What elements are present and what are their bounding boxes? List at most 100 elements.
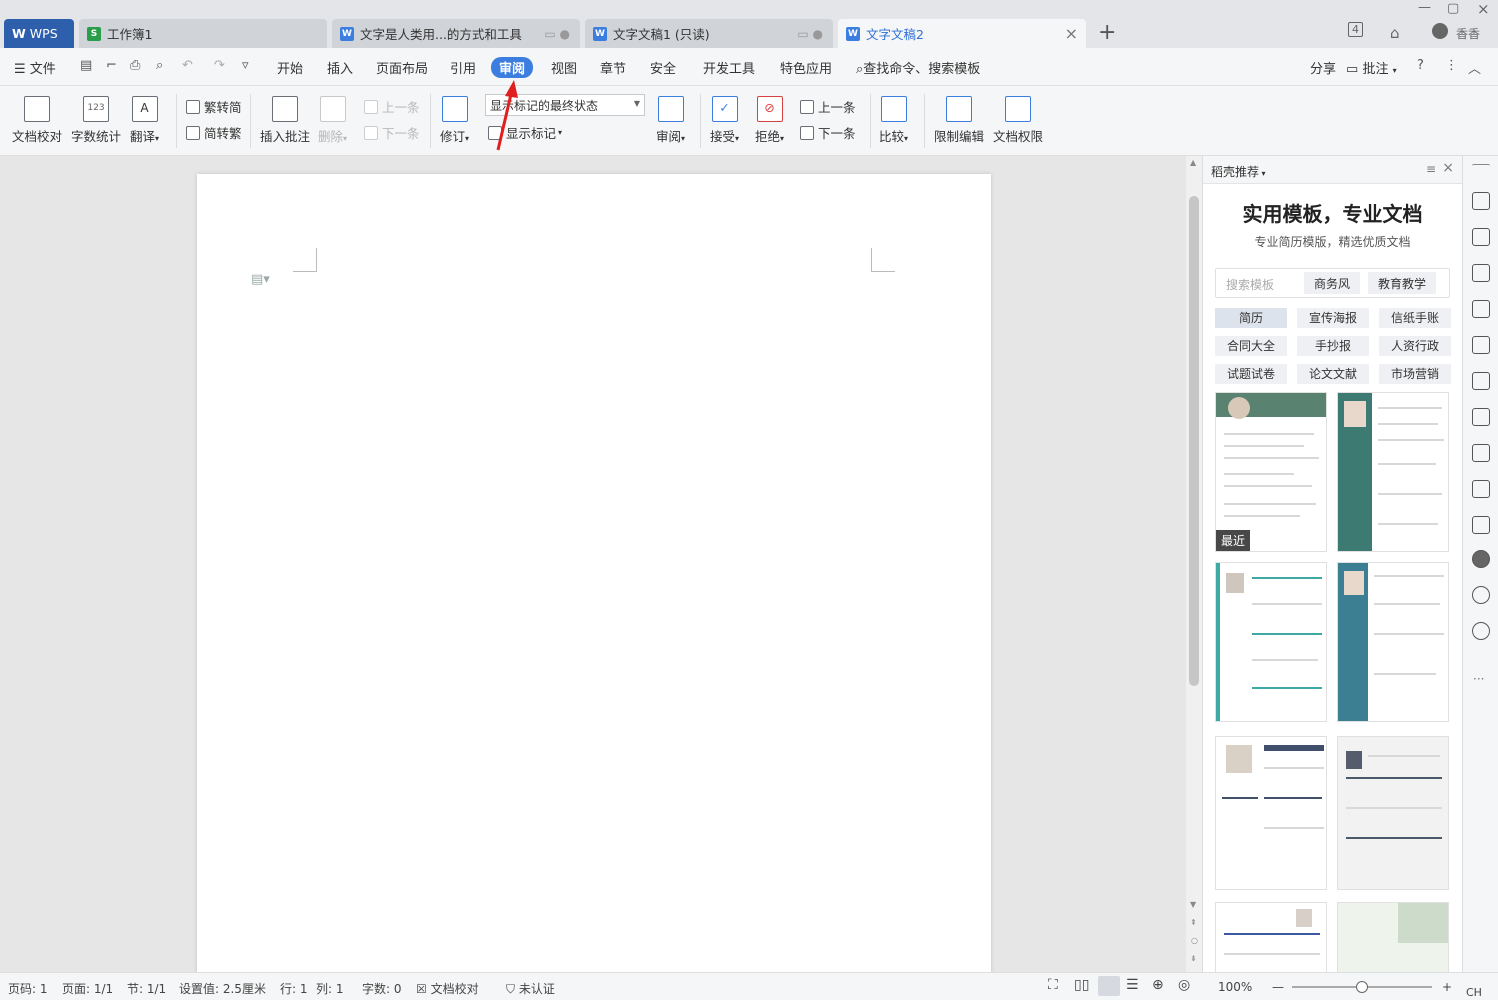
help-icon[interactable]: ? xyxy=(1417,58,1424,73)
style-icon[interactable] xyxy=(1472,300,1490,318)
zoom-out-icon[interactable]: — xyxy=(1272,980,1284,994)
tab-document-active[interactable]: W 文字文稿2 × xyxy=(838,19,1086,48)
status-section[interactable]: 节: 1/1 xyxy=(127,980,166,997)
file-menu[interactable]: ☰ 文件 xyxy=(14,58,56,77)
document-rights-button[interactable]: 文档权限 xyxy=(993,96,1043,145)
comment-button[interactable]: ▭ 批注 ▾ xyxy=(1346,58,1397,77)
share-icon[interactable] xyxy=(1472,444,1490,462)
input-method-indicator[interactable]: CH xyxy=(1466,986,1482,999)
customize-quick-access-icon[interactable]: ▿ xyxy=(242,58,249,73)
print-preview-icon[interactable]: ⌕ xyxy=(156,58,163,73)
tag-business[interactable]: 商务风 xyxy=(1304,272,1361,294)
category-poster[interactable]: 宣传海报 xyxy=(1297,308,1369,328)
template-thumbnail[interactable] xyxy=(1215,902,1327,972)
template-thumbnail[interactable] xyxy=(1337,902,1449,972)
status-setting[interactable]: 设置值: 2.5厘米 xyxy=(179,980,266,997)
time-icon[interactable] xyxy=(1472,586,1490,604)
select-browse-icon[interactable]: ○ xyxy=(1191,936,1198,945)
next-comment-button[interactable]: 下一条 xyxy=(364,123,420,142)
delete-comment-button[interactable]: 删除▾ xyxy=(318,96,347,145)
collapse-ribbon-icon[interactable]: ︿ xyxy=(1468,58,1481,77)
template-thumbnail[interactable]: 最近 xyxy=(1215,392,1327,552)
category-handwritten[interactable]: 手抄报 xyxy=(1297,336,1369,356)
menu-references[interactable]: 引用 xyxy=(450,58,476,77)
tag-education[interactable]: 教育教学 xyxy=(1368,272,1437,294)
template-search[interactable]: 搜索模板 商务风 教育教学 xyxy=(1215,268,1450,298)
menu-special[interactable]: 特色应用 xyxy=(780,58,832,77)
menu-security[interactable]: 安全 xyxy=(650,58,676,77)
template-thumbnail[interactable] xyxy=(1337,736,1449,890)
tab-document-b[interactable]: W 文字文稿1 (只读) ▭ ● xyxy=(585,19,833,48)
template-thumbnail[interactable] xyxy=(1215,562,1327,722)
image-icon[interactable] xyxy=(1472,516,1490,534)
format-painter-icon[interactable]: ⌐ xyxy=(106,58,117,73)
panel-menu-icon[interactable]: ≡ xyxy=(1426,162,1436,176)
proof-button[interactable]: 文档校对 xyxy=(12,96,62,145)
category-hr[interactable]: 人资行政 xyxy=(1379,336,1451,356)
tab-counter-icon[interactable]: 4 xyxy=(1348,22,1363,37)
backup-icon[interactable] xyxy=(1472,480,1490,498)
eye-protection-icon[interactable]: ◎ xyxy=(1178,977,1190,993)
more-tools-icon[interactable]: ··· xyxy=(1473,672,1484,686)
minimize-icon[interactable]: — xyxy=(1418,0,1431,15)
new-tab-icon[interactable]: + xyxy=(1098,20,1116,45)
save-icon[interactable]: ▤ xyxy=(80,58,92,73)
status-pages[interactable]: 页面: 1/1 xyxy=(62,980,113,997)
more-icon[interactable]: ⋮ xyxy=(1445,58,1458,73)
trad-to-simp-button[interactable]: 繁转简 xyxy=(186,97,242,116)
maximize-icon[interactable]: ▢ xyxy=(1447,1,1459,16)
print-icon[interactable]: ⎙ xyxy=(130,58,140,73)
track-changes-button[interactable]: 修订▾ xyxy=(440,96,469,145)
accept-button[interactable]: ✓ 接受▾ xyxy=(710,96,739,145)
menu-view[interactable]: 视图 xyxy=(551,58,577,77)
restrict-editing-button[interactable]: 限制编辑 xyxy=(934,96,984,145)
menu-developer[interactable]: 开发工具 xyxy=(703,58,755,77)
scroll-down-icon[interactable]: ▼ xyxy=(1190,900,1196,909)
status-word-count[interactable]: 字数: 0 xyxy=(362,980,402,997)
document-canvas[interactable]: ▤▾ xyxy=(0,156,1186,974)
prev-page-icon[interactable]: ⇞ xyxy=(1190,918,1197,927)
gallery-icon[interactable] xyxy=(1472,408,1490,426)
skin-icon[interactable]: ⌂ xyxy=(1390,24,1400,42)
tab-workbook[interactable]: S 工作簿1 xyxy=(79,19,327,48)
fullscreen-icon[interactable]: ⛶ xyxy=(1048,977,1058,993)
word-count-button[interactable]: 123 字数统计 xyxy=(71,96,121,145)
status-row[interactable]: 行: 1 xyxy=(280,980,308,997)
zoom-in-icon[interactable]: + xyxy=(1442,980,1452,994)
category-paper[interactable]: 论文文献 xyxy=(1297,364,1369,384)
prev-change-button[interactable]: 上一条 xyxy=(800,97,856,116)
status-proof[interactable]: ☒ 文档校对 xyxy=(416,980,479,997)
translate-button[interactable]: A 翻译▾ xyxy=(130,96,159,145)
menu-page-layout[interactable]: 页面布局 xyxy=(376,58,428,77)
user-name[interactable]: 香香 xyxy=(1456,25,1480,42)
avatar[interactable] xyxy=(1432,23,1448,39)
reject-button[interactable]: ⊘ 拒绝▾ xyxy=(755,96,784,145)
collapse-icon[interactable] xyxy=(1472,164,1490,168)
category-resume[interactable]: 简历 xyxy=(1215,308,1287,328)
status-page-number[interactable]: 页码: 1 xyxy=(8,980,48,997)
redo-icon[interactable]: ↷ xyxy=(214,58,225,73)
zoom-slider-handle[interactable] xyxy=(1356,981,1368,993)
undo-icon[interactable]: ↶ xyxy=(182,58,193,73)
table-icon[interactable] xyxy=(1472,336,1490,354)
menu-home[interactable]: 开始 xyxy=(277,58,303,77)
tab-wps-home[interactable]: W WPS xyxy=(4,19,74,48)
template-store-icon[interactable] xyxy=(1472,550,1490,568)
web-layout-icon[interactable]: ⊕ xyxy=(1152,977,1164,993)
panel-header-label[interactable]: 稻壳推荐 xyxy=(1211,165,1259,179)
menu-insert[interactable]: 插入 xyxy=(327,58,353,77)
compare-button[interactable]: 比较▾ xyxy=(879,96,908,145)
properties-icon[interactable] xyxy=(1472,372,1490,390)
scroll-up-icon[interactable]: ▲ xyxy=(1190,158,1196,167)
insert-comment-button[interactable]: 插入批注 xyxy=(260,96,310,145)
close-window-icon[interactable]: × xyxy=(1477,0,1490,18)
status-certification[interactable]: ⛉ 未认证 xyxy=(506,980,555,997)
zoom-slider[interactable] xyxy=(1292,981,1432,993)
scrollbar-thumb[interactable] xyxy=(1189,196,1199,686)
help-circle-icon[interactable] xyxy=(1472,622,1490,640)
document-scrollbar[interactable]: ▲ ▼ ⇞ ○ ⇟ xyxy=(1186,156,1202,972)
category-contract[interactable]: 合同大全 xyxy=(1215,336,1287,356)
select-icon[interactable] xyxy=(1472,228,1490,246)
document-page[interactable]: ▤▾ xyxy=(197,174,991,974)
share-button[interactable]: 分享 xyxy=(1310,58,1336,77)
